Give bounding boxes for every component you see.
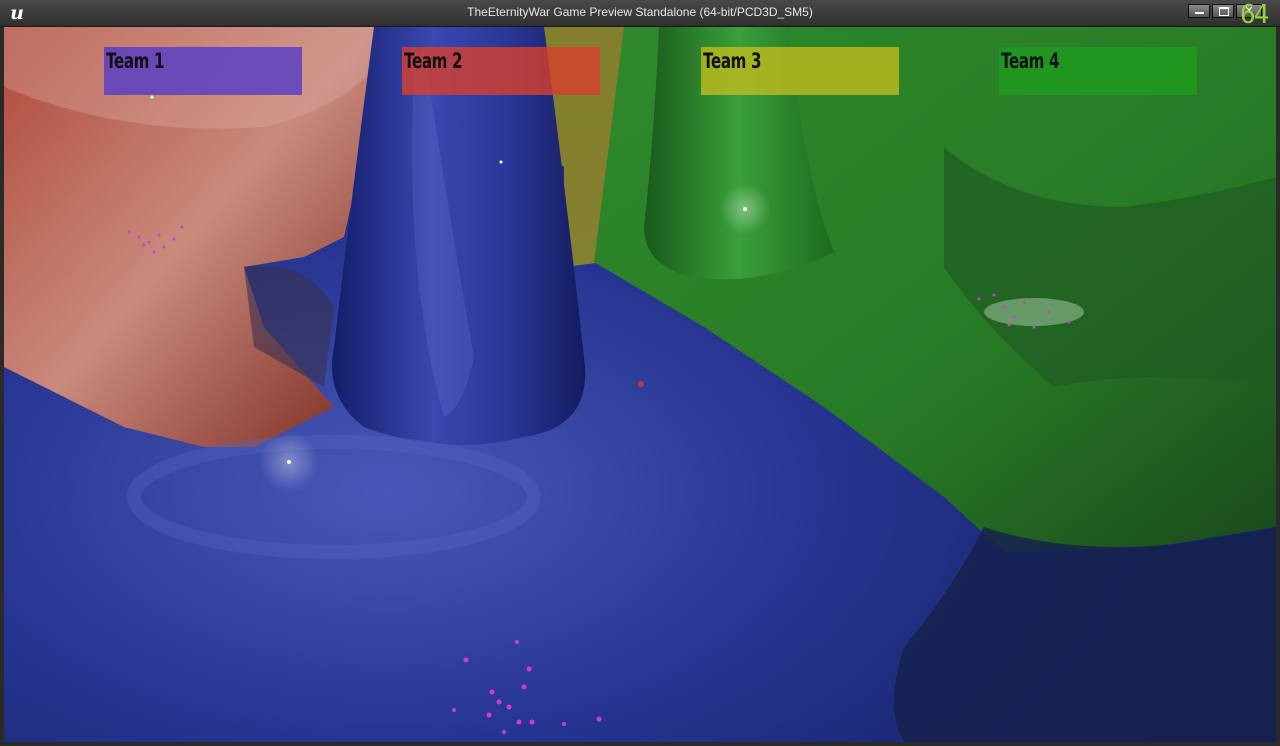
team-2-panel: Team 2 (402, 47, 600, 95)
game-window: u TheEternityWar Game Preview Standalone… (0, 0, 1280, 746)
maximize-button[interactable] (1212, 4, 1234, 18)
light-point (743, 207, 747, 211)
team-4-label: Team 4 (1001, 49, 1060, 73)
red-particle (638, 381, 644, 387)
window-title: TheEternityWar Game Preview Standalone (… (467, 5, 813, 19)
window-titlebar[interactable]: u TheEternityWar Game Preview Standalone… (0, 0, 1280, 27)
light-point (150, 95, 154, 99)
light-point (499, 160, 503, 164)
team-3-panel: Team 3 (701, 47, 899, 95)
fps-counter: 64 (1240, 0, 1269, 30)
minimize-button[interactable] (1188, 4, 1210, 18)
maximize-icon (1213, 5, 1233, 17)
team-1-panel: Team 1 (104, 47, 302, 95)
light-point (287, 460, 291, 464)
team-3-label: Team 3 (703, 49, 762, 73)
team-1-label: Team 1 (106, 49, 165, 73)
team-2-label: Team 2 (404, 49, 463, 73)
minimize-icon (1189, 5, 1209, 17)
game-scene (4, 27, 1276, 742)
team-4-panel: Team 4 (999, 47, 1197, 95)
game-viewport[interactable]: Team 1 Team 2 Team 3 Team 4 (4, 27, 1276, 742)
